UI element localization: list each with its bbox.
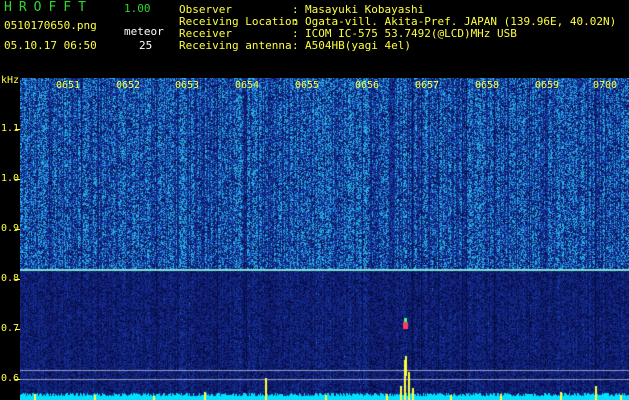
- antenna-label: Receiving antenna: [179, 39, 292, 52]
- time-label: 0657: [415, 80, 440, 91]
- time-label: 0656: [355, 80, 380, 91]
- frequency-unit-label: kHz: [1, 75, 20, 86]
- time-label: 0653: [175, 80, 200, 91]
- time-label: 0652: [116, 80, 141, 91]
- freq-tick: [15, 379, 20, 380]
- freq-tick: [15, 329, 20, 330]
- file-name: 0510170650.png: [4, 19, 97, 32]
- antenna-value: A504HB(yagi 4el): [305, 39, 411, 52]
- antenna-separator: :: [292, 39, 299, 52]
- header-panel: HROFFT 1.00 0510170650.png 05.10.17 06:5…: [0, 0, 629, 76]
- spectrogram-canvas: [20, 78, 629, 400]
- time-label: 0651: [56, 80, 81, 91]
- freq-tick: [15, 129, 20, 130]
- meteor-count: 25: [139, 39, 153, 52]
- app-version: 1.00: [124, 2, 151, 15]
- time-label: 0655: [295, 80, 320, 91]
- freq-tick: [15, 179, 20, 180]
- time-label: 0700: [593, 80, 618, 91]
- freq-tick: [15, 279, 20, 280]
- meteor-label: meteor: [124, 25, 164, 38]
- time-label: 0659: [535, 80, 560, 91]
- app-title: HROFFT: [4, 0, 93, 15]
- freq-tick: [15, 229, 20, 230]
- time-label: 0654: [235, 80, 260, 91]
- file-timestamp: 05.10.17 06:50: [4, 39, 97, 52]
- time-label: 0658: [475, 80, 500, 91]
- frequency-axis: kHz 1.1 1.0 0.9 0.8 0.7 0.6: [0, 76, 20, 400]
